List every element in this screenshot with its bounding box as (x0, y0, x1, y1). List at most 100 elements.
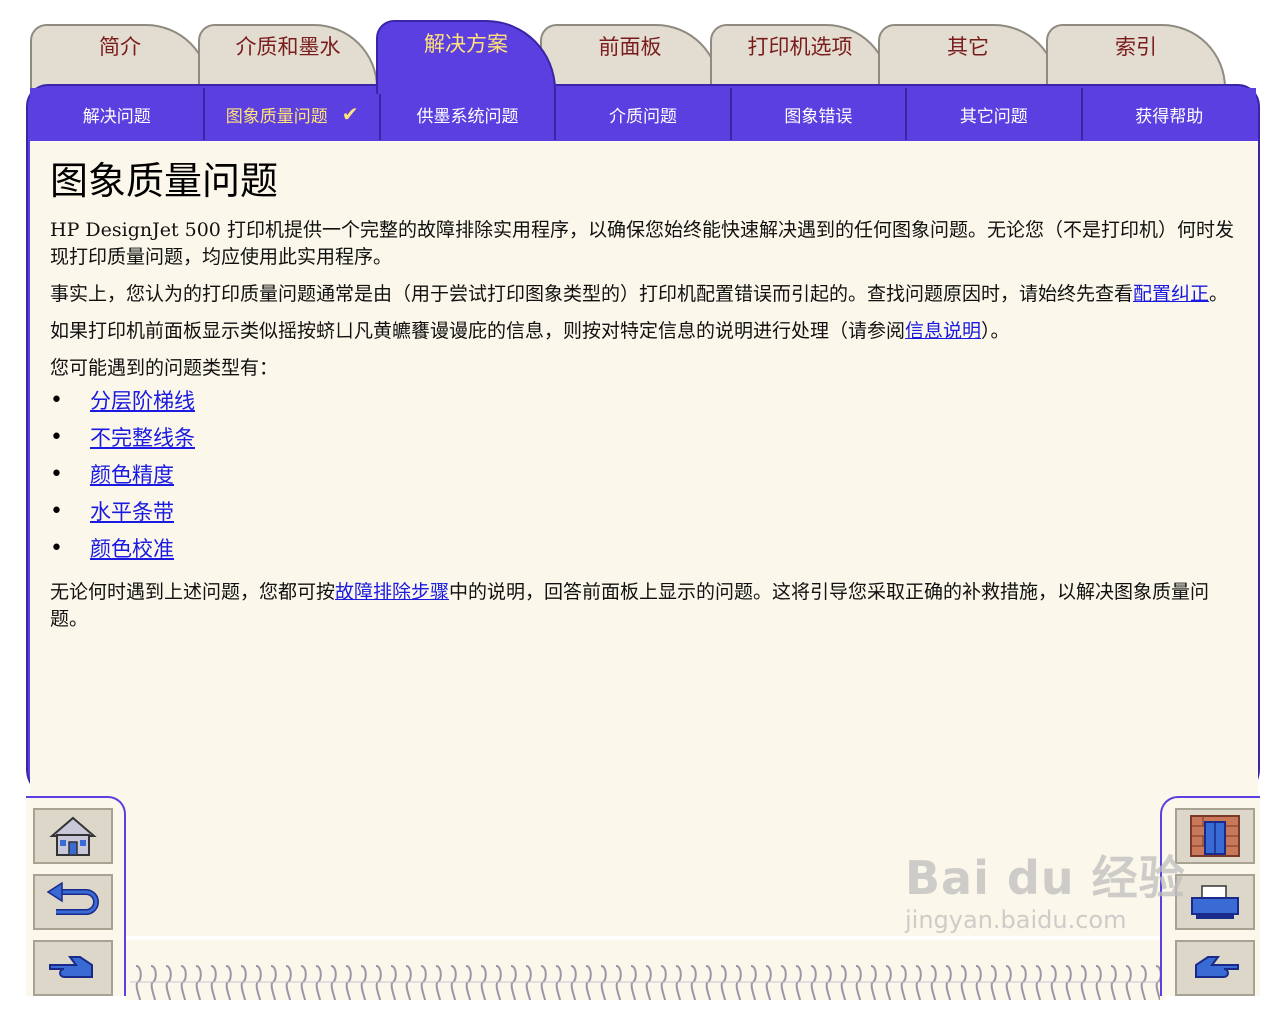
binding-coil (315, 965, 322, 1001)
binding-coil (450, 965, 457, 1001)
subnav-image-quality[interactable]: 图象质量问题 ✔ (205, 88, 381, 140)
binding-coil (705, 965, 712, 1001)
config-correction-link[interactable]: 配置纠正 (1133, 283, 1209, 305)
previous-page-button[interactable] (33, 940, 113, 996)
config-paragraph: 事实上，您认为的打印质量问题通常是由（用于尝试打印图象类型的）打印机配置错误而引… (50, 283, 1229, 305)
hand-pointer-icon (49, 956, 93, 978)
problem-link-horizontal-banding[interactable]: 水平条带 (90, 500, 174, 524)
binding-coil (555, 965, 562, 1001)
problem-link-banding-steps[interactable]: 分层阶梯线 (90, 389, 195, 413)
message-paragraph: 如果打印机前面板显示类似摇按蛴ㄩ凡黄皫饔谩谩庇的信息，则按对特定信息的说明进行处… (50, 320, 1010, 342)
tab-printer-options[interactable]: 打印机选项 (710, 24, 890, 88)
binding-coil (255, 965, 262, 1001)
binding-coil (975, 965, 982, 1001)
binding-coil (795, 965, 802, 1001)
binding-coil (660, 965, 667, 1001)
binding-coil (885, 965, 892, 1001)
binding-coil (1005, 965, 1012, 1001)
binding-coil (765, 965, 772, 1001)
binding-coil (825, 965, 832, 1001)
problem-types-label: 您可能遇到的问题类型有： (50, 357, 279, 379)
binding-coil (480, 965, 487, 1001)
page-content: 图象质量问题 HP DesignJet 500 打印机提供一个完整的故障排除实用… (50, 150, 1235, 643)
binding-coil (675, 965, 682, 1001)
binding-coil (570, 965, 577, 1001)
tab-media-ink[interactable]: 介质和墨水 (198, 24, 378, 88)
binding-coil (1110, 965, 1117, 1001)
binding-coil (870, 965, 877, 1001)
binding-coil (615, 965, 622, 1001)
checkmark-icon: ✔ (341, 102, 359, 126)
binding-coil (525, 965, 532, 1001)
binding-coil (165, 965, 172, 1001)
binding-coil (345, 965, 352, 1001)
exit-button[interactable] (1175, 808, 1255, 864)
binding-coil (195, 965, 202, 1001)
forward-icon (1195, 956, 1239, 978)
binding-coil (225, 965, 232, 1001)
binding-coil (1035, 965, 1042, 1001)
binding-coil (390, 965, 397, 1001)
tab-front-panel[interactable]: 前面板 (540, 24, 720, 88)
troubleshoot-steps-link[interactable]: 故障排除步骤 (335, 581, 449, 603)
page-title: 图象质量问题 (50, 159, 279, 203)
next-page-button[interactable] (1175, 940, 1255, 996)
binding-coil (510, 965, 517, 1001)
sub-navigation: 解决问题 图象质量问题 ✔ 供墨系统问题 介质问题 图象错误 其它问题 获得帮助 (30, 88, 1256, 140)
problem-list: 分层阶梯线 不完整线条 颜色精度 水平条带 颜色校准 (50, 386, 1235, 571)
binding-coil (180, 965, 187, 1001)
binding-coil (585, 965, 592, 1001)
binding-coil (1125, 965, 1132, 1001)
home-icon (49, 816, 97, 856)
home-button[interactable] (33, 808, 113, 864)
binding-coil (285, 965, 292, 1001)
problem-link-color-calibration[interactable]: 颜色校准 (90, 537, 174, 561)
binding-coil (420, 965, 427, 1001)
tab-index[interactable]: 索引 (1046, 24, 1226, 88)
binding-coil (900, 965, 907, 1001)
tab-intro[interactable]: 简介 (30, 24, 210, 88)
binding-coil (1080, 965, 1087, 1001)
problem-link-incomplete-lines[interactable]: 不完整线条 (90, 426, 195, 450)
binding-coil (150, 965, 157, 1001)
subnav-image-errors[interactable]: 图象错误 (731, 88, 908, 140)
binding-coil (270, 965, 277, 1001)
binding-coil (135, 965, 142, 1001)
binding-coil (930, 965, 937, 1001)
subnav-ink-system[interactable]: 供墨系统问题 (380, 88, 557, 140)
binding-coil (465, 965, 472, 1001)
problem-link-color-accuracy[interactable]: 颜色精度 (90, 463, 174, 487)
binding-coil (1095, 965, 1102, 1001)
message-explanation-link[interactable]: 信息说明 (905, 320, 981, 342)
binding-coil (630, 965, 637, 1001)
tab-other[interactable]: 其它 (878, 24, 1058, 88)
subnav-solve-problems[interactable]: 解决问题 (30, 88, 206, 140)
binding-coil (360, 965, 367, 1001)
list-item: 颜色校准 (50, 534, 1235, 571)
troubleshoot-paragraph: 无论何时遇到上述问题，您都可按故障排除步骤中的说明，回答前面板上显示的问题。这将… (50, 581, 1210, 630)
binding-coil (750, 965, 757, 1001)
spiral-binding (130, 965, 1160, 1001)
list-item: 颜色精度 (50, 460, 1235, 497)
binding-coil (210, 965, 217, 1001)
top-tabs: 简介 介质和墨水 解决方案 前面板 打印机选项 其它 索引 (30, 18, 1258, 94)
binding-coil (945, 965, 952, 1001)
binding-coil (300, 965, 307, 1001)
back-button[interactable] (33, 874, 113, 930)
binding-coil (735, 965, 742, 1001)
binding-coil (915, 965, 922, 1001)
subnav-other-problems[interactable]: 其它问题 (907, 88, 1083, 140)
subnav-get-help[interactable]: 获得帮助 (1082, 88, 1256, 140)
list-item: 不完整线条 (50, 423, 1235, 460)
binding-coil (780, 965, 787, 1001)
binding-coil (690, 965, 697, 1001)
binding-coil (600, 965, 607, 1001)
binding-coil (540, 965, 547, 1001)
list-item: 分层阶梯线 (50, 386, 1235, 423)
print-button[interactable] (1175, 874, 1255, 930)
back-icon (46, 882, 99, 915)
subnav-media-problems[interactable]: 介质问题 (556, 88, 732, 140)
tab-solutions[interactable]: 解决方案 (376, 20, 556, 94)
binding-coil (1050, 965, 1057, 1001)
binding-coil (375, 965, 382, 1001)
